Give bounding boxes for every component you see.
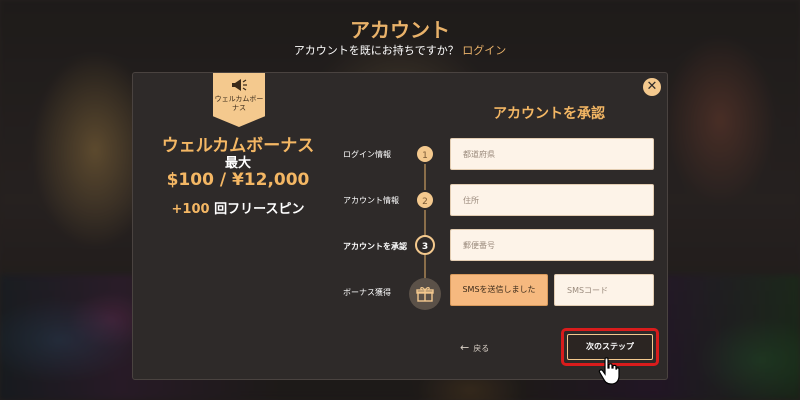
bonus-max-label: 最大 (224, 156, 251, 171)
page-subtitle: アカウントを既にお持ちですか？ ログイン (0, 42, 800, 58)
postal-code-input[interactable] (450, 229, 654, 261)
hand-pointer-icon (598, 357, 620, 385)
address-input[interactable] (450, 184, 654, 216)
login-link[interactable]: ログイン (462, 44, 506, 57)
bonus-amount: $100 / ¥12,000 (166, 170, 310, 190)
prefecture-input[interactable] (450, 138, 654, 170)
step-circle-1: 1 (415, 144, 435, 164)
steps-connector (424, 157, 426, 293)
bonus-free-spins: +100 回フリースピン (133, 198, 343, 217)
megaphone-icon (232, 79, 247, 91)
back-label: 戻る (473, 344, 490, 353)
step-circle-2: 2 (415, 190, 435, 210)
registration-modal: ウェルカムボーナス ウェルカムボーナス 最大 $100 / ¥12,000 +1… (132, 72, 668, 380)
free-spins-count: +100 (171, 202, 210, 217)
step-label-verify-account: アカウントを承認 (343, 242, 407, 251)
page-title: アカウント (350, 18, 450, 42)
gift-step-circle (409, 278, 441, 310)
close-button[interactable]: ✕ (643, 78, 661, 96)
send-sms-button[interactable]: SMSを送信しました (450, 274, 548, 306)
ribbon-text: ウェルカムボーナス (214, 95, 264, 112)
sms-code-input[interactable] (554, 274, 654, 306)
subtitle-text: アカウントを既にお持ちですか？ (293, 44, 459, 57)
gift-icon (416, 287, 434, 302)
close-icon: ✕ (646, 79, 658, 94)
welcome-ribbon: ウェルカムボーナス (213, 73, 265, 127)
form-title: アカウントを承認 (493, 106, 605, 122)
back-button[interactable]: ← 戻る (460, 341, 489, 354)
step-label-bonus: ボーナス獲得 (343, 288, 391, 297)
promo-panel: ウェルカムボーナス ウェルカムボーナス 最大 $100 / ¥12,000 +1… (133, 73, 333, 379)
arrow-left-icon: ← (460, 341, 470, 354)
step-circle-3: 3 (415, 235, 435, 255)
free-spins-label: 回フリースピン (214, 202, 305, 217)
step-label-login-info: ログイン情報 (343, 150, 391, 159)
step-label-account-info: アカウント情報 (343, 196, 399, 205)
